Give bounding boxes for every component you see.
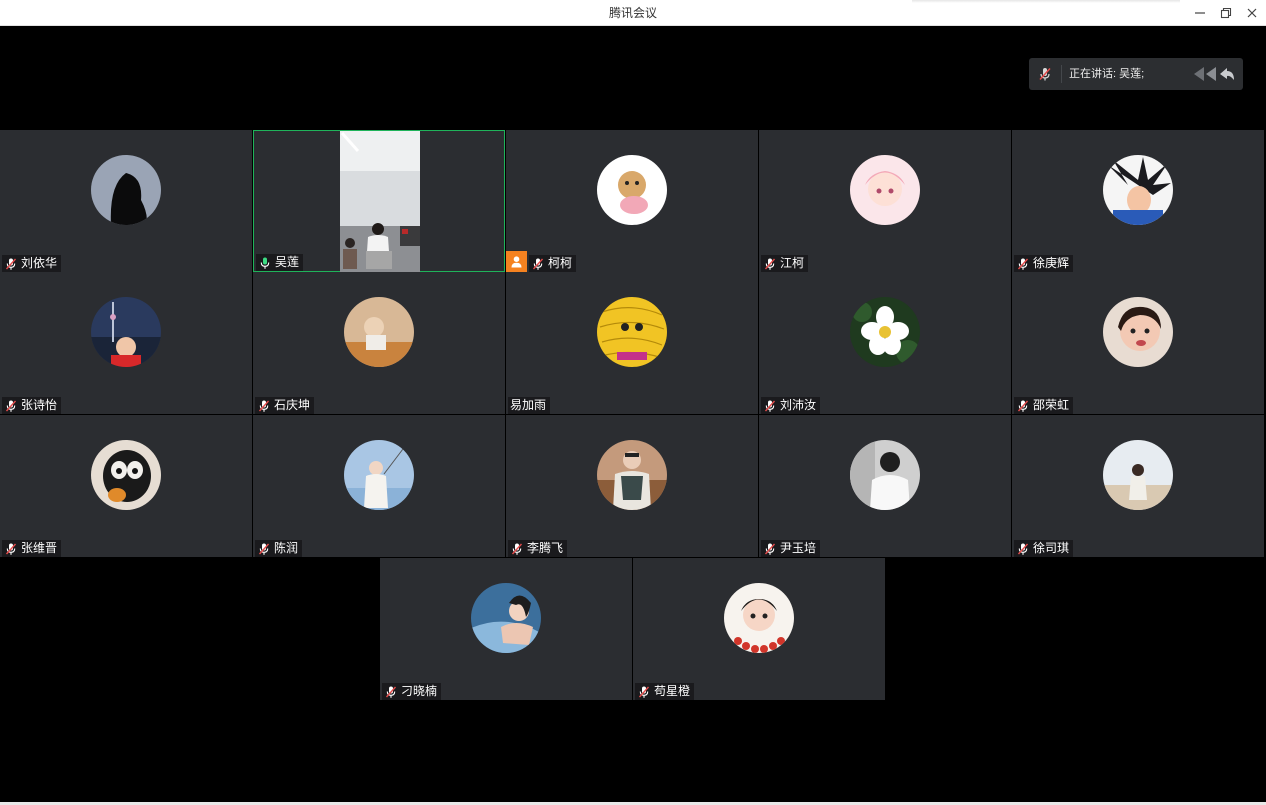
participant-tile[interactable]: 尹玉培 [759, 415, 1011, 557]
mic-muted-icon [1039, 67, 1051, 81]
participant-label: 吴莲 [256, 254, 304, 271]
window-title: 腾讯会议 [608, 6, 657, 20]
participant-label: 邵荣虹 [1014, 397, 1074, 414]
participant-avatar [850, 297, 920, 367]
minimize-icon[interactable] [1189, 2, 1211, 24]
participant-name: 苟星橙 [654, 684, 691, 698]
participant-tile[interactable]: 徐庚辉 [1012, 130, 1264, 272]
participant-label: 徐庚辉 [1014, 255, 1074, 272]
mic-muted-icon [5, 400, 17, 412]
participant-name: 江柯 [780, 256, 805, 270]
mic-muted-icon [1017, 543, 1029, 555]
participant-name: 张诗怡 [21, 398, 58, 412]
participant-name: 陈润 [274, 541, 299, 555]
mic-muted-icon [764, 258, 776, 270]
participant-avatar [91, 440, 161, 510]
participant-tile[interactable]: 徐司琪 [1012, 415, 1264, 557]
participant-label: 陈润 [255, 540, 303, 557]
participant-avatar [91, 155, 161, 225]
participant-label: 石庆坤 [255, 397, 315, 414]
participant-tile[interactable]: 苟星橙 [633, 558, 885, 700]
participant-tile[interactable]: 张诗怡 [0, 272, 252, 414]
participant-avatar [850, 440, 920, 510]
close-icon[interactable] [1241, 2, 1263, 24]
participant-tile[interactable]: 石庆坤 [253, 272, 505, 414]
mic-muted-icon [532, 258, 544, 270]
participant-avatar [850, 155, 920, 225]
participant-avatar [724, 583, 794, 653]
participant-avatar [1103, 297, 1173, 367]
participant-name: 邵荣虹 [1033, 398, 1070, 412]
mic-muted-icon [638, 686, 650, 698]
mic-muted-icon [764, 543, 776, 555]
participant-label: 尹玉培 [761, 540, 821, 557]
participant-name: 徐庚辉 [1033, 256, 1070, 270]
mic-muted-icon [764, 400, 776, 412]
participant-label: 江柯 [761, 255, 809, 272]
participant-avatar [597, 440, 667, 510]
participant-label: 刘沛汝 [761, 397, 821, 414]
mic-muted-icon [511, 543, 523, 555]
participant-name: 易加雨 [510, 398, 547, 412]
participant-name: 尹玉培 [780, 541, 817, 555]
participant-tile[interactable]: 李腾飞 [506, 415, 758, 557]
participant-avatar [471, 583, 541, 653]
restore-icon[interactable] [1215, 2, 1237, 24]
participant-name: 刘依华 [21, 256, 58, 270]
participant-name: 刘沛汝 [780, 398, 817, 412]
participant-video [340, 131, 420, 272]
participant-name: 张维晋 [21, 541, 58, 555]
participant-avatar [91, 297, 161, 367]
participant-label: 苟星橙 [635, 683, 695, 700]
participant-avatar [1103, 155, 1173, 225]
participant-avatar [344, 440, 414, 510]
participant-name: 柯柯 [548, 256, 573, 270]
participant-label: 刁晓楠 [382, 683, 442, 700]
participant-name: 李腾飞 [527, 541, 564, 555]
participant-label: 李腾飞 [508, 540, 568, 557]
participant-avatar [597, 155, 667, 225]
participant-avatar [1103, 440, 1173, 510]
participant-name: 吴莲 [275, 255, 300, 269]
participant-tile[interactable]: 刘依华 [0, 130, 252, 272]
mic-muted-icon [385, 686, 397, 698]
participant-tile[interactable]: 张维晋 [0, 415, 252, 557]
collapse-arrows-icon[interactable] [1192, 65, 1236, 83]
participant-tile[interactable]: 陈润 [253, 415, 505, 557]
title-bar: 腾讯会议 [0, 0, 1266, 26]
participant-label: 张诗怡 [2, 397, 62, 414]
participant-tile[interactable]: 刘沛汝 [759, 272, 1011, 414]
speaking-indicator[interactable]: 正在讲话: 吴莲; [1029, 58, 1243, 90]
participant-avatar [597, 297, 667, 367]
mic-muted-icon [5, 543, 17, 555]
speaking-text: 正在讲话: 吴莲; [1069, 68, 1145, 80]
mic-muted-icon [258, 543, 270, 555]
participant-name: 刁晓楠 [401, 684, 438, 698]
mic-muted-icon [5, 258, 17, 270]
mic-muted-icon [258, 400, 270, 412]
mic-active-icon [260, 257, 270, 269]
participant-label: 张维晋 [2, 540, 62, 557]
participant-avatar [344, 297, 414, 367]
speaking-divider [1061, 65, 1062, 83]
participant-tile[interactable]: 吴莲 [253, 130, 505, 272]
participant-tile[interactable]: 易加雨 [506, 272, 758, 414]
host-badge-icon [506, 251, 527, 272]
participant-name: 石庆坤 [274, 398, 311, 412]
participant-tile[interactable]: 刁晓楠 [380, 558, 632, 700]
participant-label: 柯柯 [529, 255, 577, 272]
participant-name: 徐司琪 [1033, 541, 1070, 555]
mic-muted-icon [1017, 258, 1029, 270]
participant-label: 刘依华 [2, 255, 62, 272]
participant-tile[interactable]: 邵荣虹 [1012, 272, 1264, 414]
participant-label: 徐司琪 [1014, 540, 1074, 557]
participant-label: 易加雨 [508, 397, 551, 414]
mic-muted-icon [1017, 400, 1029, 412]
participant-tile[interactable]: 柯柯 [506, 130, 758, 272]
participant-tile[interactable]: 江柯 [759, 130, 1011, 272]
